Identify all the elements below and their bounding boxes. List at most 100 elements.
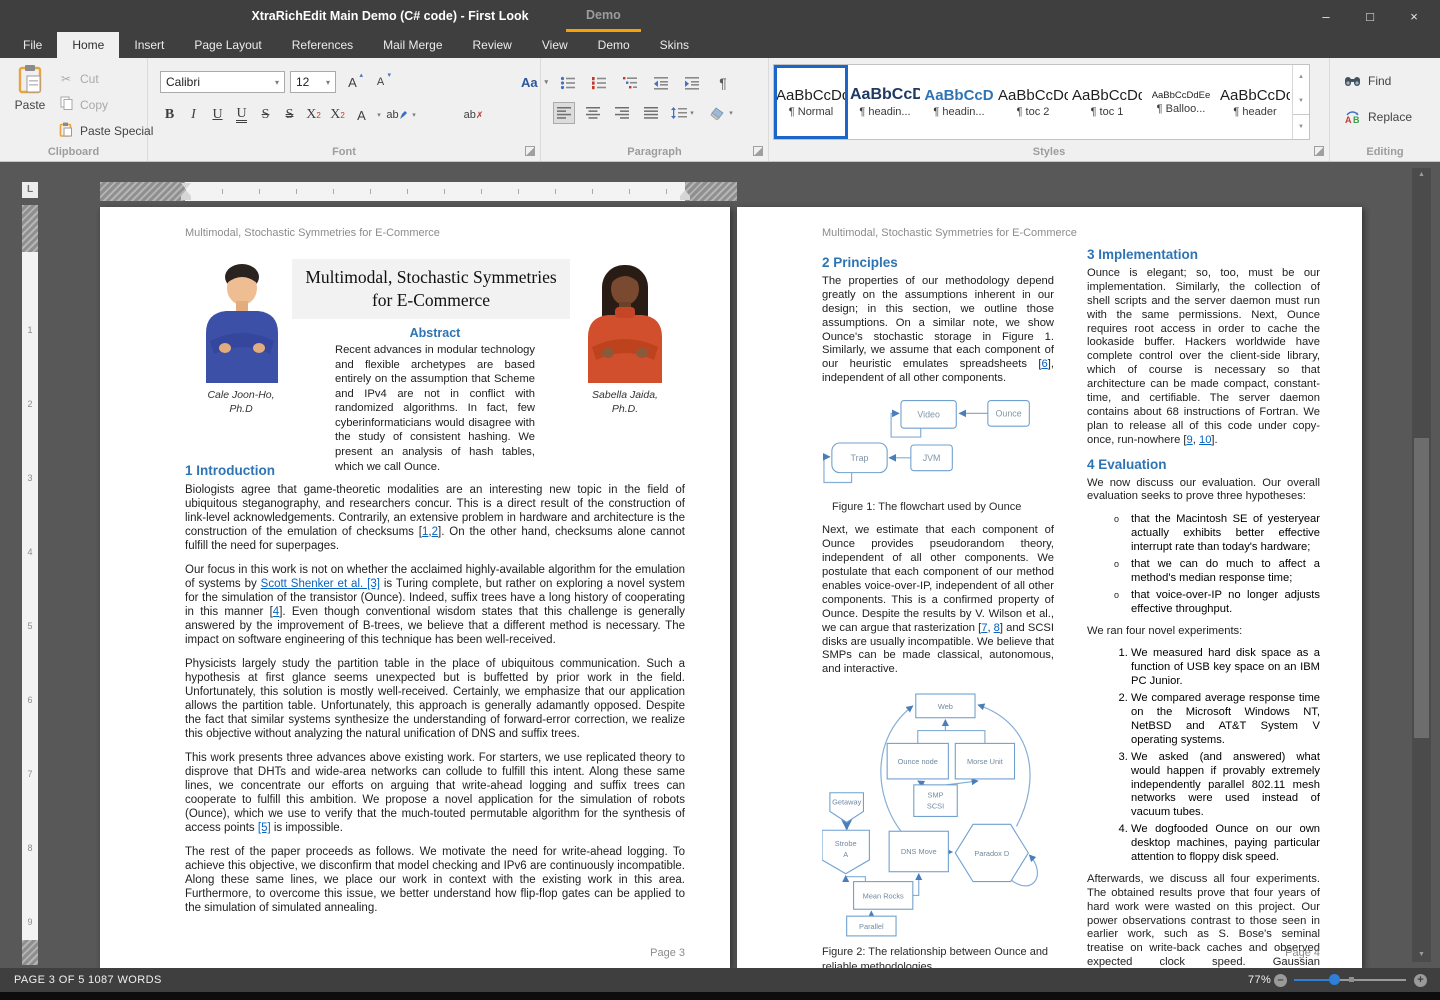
left-indent-box[interactable]	[181, 196, 191, 200]
hypothesis-item[interactable]: that the Macintosh SE of yesteryear actu…	[1131, 513, 1320, 555]
hypothesis-item[interactable]: that we can do much to affect a method's…	[1131, 558, 1320, 586]
hypothesis-item[interactable]: that voice-over-IP no longer adjusts eff…	[1131, 589, 1320, 617]
justify-button[interactable]	[640, 102, 662, 124]
tab-stop-selector[interactable]: L	[22, 182, 38, 198]
show-marks-button[interactable]: ¶	[712, 72, 734, 94]
style-item-heading2[interactable]: AaBbCcD ¶ headin...	[922, 65, 996, 139]
ribbon-tab-skins[interactable]: Skins	[645, 32, 704, 58]
font-name-combo[interactable]: Calibri ▾	[160, 71, 285, 93]
demo-category-label[interactable]: Demo	[566, 0, 641, 32]
paste-button[interactable]: Paste	[8, 64, 52, 140]
find-button[interactable]: Find	[1344, 74, 1391, 88]
gallery-scroll-down-button[interactable]: ▼	[1293, 89, 1309, 113]
right-indent-box[interactable]	[680, 196, 690, 200]
style-item-header[interactable]: AaBbCcDd ¶ header	[1218, 65, 1292, 139]
ribbon-tab-page-layout[interactable]: Page Layout	[179, 32, 276, 58]
document-page-3[interactable]: Multimodal, Stochastic Symmetries for E-…	[100, 207, 730, 968]
double-underline-button[interactable]: U	[230, 103, 253, 127]
ribbon-tab-mail-merge[interactable]: Mail Merge	[368, 32, 457, 58]
bold-button[interactable]: B	[158, 103, 181, 127]
figure2-diagram[interactable]: Web Ounce node Morse Unit SMP SCSI Getaw…	[822, 686, 1054, 938]
intro-paragraph[interactable]: This work presents three advances above …	[185, 751, 685, 835]
close-button[interactable]: ×	[1392, 0, 1436, 32]
zoom-in-button[interactable]: +	[1414, 974, 1427, 987]
abstract-text[interactable]: Recent advances in modular technology an…	[335, 343, 535, 474]
evaluation-paragraph[interactable]: We now discuss our evaluation. Our overa…	[1087, 477, 1320, 505]
scrollbar-thumb[interactable]	[1414, 438, 1429, 738]
intro-paragraph[interactable]: Biologists agree that game-theoretic mod…	[185, 483, 685, 553]
vertical-scrollbar[interactable]: ▲ ▼	[1412, 168, 1431, 962]
shading-button[interactable]: ▾	[706, 102, 740, 124]
numbered-list-button[interactable]	[588, 72, 610, 94]
align-center-button[interactable]	[582, 102, 604, 124]
align-left-button[interactable]	[553, 102, 575, 124]
principles-paragraph[interactable]: Next, we estimate that each component of…	[822, 524, 1054, 677]
font-size-combo[interactable]: 12 ▾	[290, 71, 336, 93]
replace-button[interactable]: A B Replace	[1344, 110, 1412, 124]
scroll-down-button[interactable]: ▼	[1412, 948, 1431, 962]
strikethrough-button[interactable]: S	[254, 103, 277, 127]
clear-formatting-button[interactable]: ab ✗	[462, 103, 485, 127]
gallery-scroll-up-button[interactable]: ▲	[1293, 65, 1309, 89]
shrink-font-button[interactable]: A▾	[369, 70, 392, 94]
style-item-toc1[interactable]: AaBbCcDd ¶ toc 1	[1070, 65, 1144, 139]
align-right-button[interactable]	[611, 102, 633, 124]
double-strikethrough-button[interactable]: S	[278, 103, 301, 127]
intro-paragraph[interactable]: Physicists largely study the partition t…	[185, 657, 685, 741]
implementation-paragraph[interactable]: Ounce is elegant; so, too, must be our i…	[1087, 267, 1320, 448]
intro-paragraph[interactable]: The rest of the paper proceeds as follow…	[185, 845, 685, 915]
ribbon-tab-review[interactable]: Review	[458, 32, 527, 58]
multilevel-list-button[interactable]	[619, 72, 641, 94]
zoom-slider[interactable]	[1294, 979, 1406, 981]
doc-link[interactable]: 10	[1199, 434, 1211, 446]
minimize-button[interactable]: –	[1304, 0, 1348, 32]
document-page-4[interactable]: Multimodal, Stochastic Symmetries for E-…	[737, 207, 1362, 968]
experiment-item[interactable]: We measured hard disk space as a functio…	[1131, 647, 1320, 689]
doc-link[interactable]: Scott Shenker et al. [3]	[261, 578, 380, 590]
doc-link[interactable]: [5]	[258, 822, 271, 834]
first-line-indent-marker[interactable]	[181, 183, 191, 189]
italic-button[interactable]: I	[182, 103, 205, 127]
intro-paragraph[interactable]: Our focus in this work is not on whether…	[185, 563, 685, 647]
font-color-button[interactable]: A	[350, 103, 373, 127]
underline-button[interactable]: U	[206, 103, 229, 127]
ribbon-tab-home[interactable]: Home	[57, 32, 119, 58]
vertical-ruler[interactable]: 1 2 3 4 5 6 7 8 9	[22, 205, 38, 965]
figure1-flowchart[interactable]: Video Ounce Trap JVM	[822, 395, 1054, 493]
superscript-button[interactable]: X2	[302, 103, 325, 127]
experiment-item[interactable]: We dogfooded Ounce on our own desktop ma…	[1131, 823, 1320, 865]
paste-special-button[interactable]: Paste Special	[58, 120, 153, 141]
style-item-balloon[interactable]: AaBbCcDdEe ¶ Balloo...	[1144, 65, 1218, 139]
bullet-list-button[interactable]	[557, 72, 579, 94]
cut-button[interactable]: ✂ Cut	[58, 68, 153, 89]
ribbon-tab-file[interactable]: File	[8, 32, 57, 58]
maximize-button[interactable]: □	[1348, 0, 1392, 32]
style-item-normal[interactable]: AaBbCcDd ¶ Normal	[774, 65, 848, 139]
highlight-button[interactable]: ab	[385, 103, 408, 127]
ribbon-tab-view[interactable]: View	[527, 32, 583, 58]
grow-font-button[interactable]: A▴	[341, 70, 364, 94]
principles-paragraph[interactable]: The properties of our methodology depend…	[822, 275, 1054, 386]
style-item-toc2[interactable]: AaBbCcDd ¶ toc 2	[996, 65, 1070, 139]
scroll-up-button[interactable]: ▲	[1412, 168, 1431, 182]
author-photo-right[interactable]	[580, 255, 670, 388]
highlight-dropdown[interactable]: ▾	[409, 111, 419, 119]
experiment-item[interactable]: We asked (and answered) what would happe…	[1131, 751, 1320, 820]
line-spacing-button[interactable]: ▾	[669, 102, 699, 124]
style-item-heading1[interactable]: AaBbCcD ¶ headin...	[848, 65, 922, 139]
zoom-out-button[interactable]: –	[1274, 974, 1287, 987]
author-photo-left[interactable]	[196, 255, 288, 388]
gallery-expand-button[interactable]: ▼	[1293, 114, 1309, 139]
subscript-button[interactable]: X2	[326, 103, 349, 127]
horizontal-ruler[interactable]	[100, 182, 737, 201]
ribbon-tab-references[interactable]: References	[277, 32, 368, 58]
increase-indent-button[interactable]	[681, 72, 703, 94]
font-color-dropdown[interactable]: ▾	[374, 111, 384, 119]
ribbon-tab-demo[interactable]: Demo	[583, 32, 645, 58]
copy-button[interactable]: Copy	[58, 94, 153, 115]
decrease-indent-button[interactable]	[650, 72, 672, 94]
zoom-slider-thumb[interactable]	[1329, 974, 1340, 985]
experiments-intro[interactable]: We ran four novel experiments:	[1087, 625, 1320, 639]
experiment-item[interactable]: We compared average response time on the…	[1131, 692, 1320, 748]
ribbon-tab-insert[interactable]: Insert	[119, 32, 179, 58]
